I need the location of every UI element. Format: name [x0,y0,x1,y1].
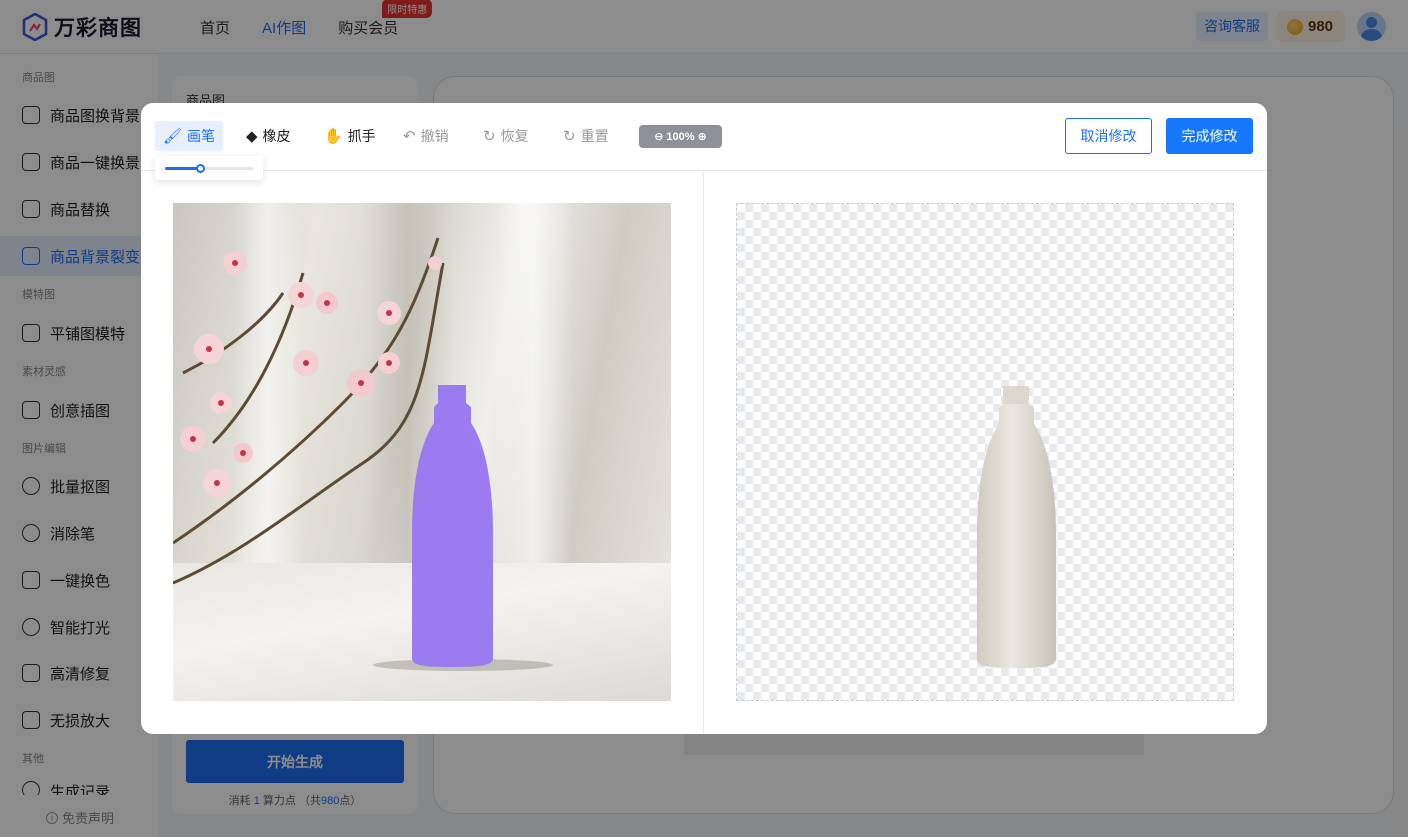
eraser-icon: ◆ [246,128,258,145]
redo-label: 恢复 [500,128,529,144]
brush-size-handle[interactable] [196,164,206,173]
canvas-divider [703,171,704,734]
brush-tool-button[interactable]: 🖌 画笔 [155,121,224,151]
cutout-bottle-shape [977,386,1056,668]
reset-icon: ↻ [563,128,576,145]
photo-illustration [173,237,553,671]
eraser-tool-label: 橡皮 [262,128,291,144]
cutout-preview [736,203,1234,701]
reset-label: 重置 [580,128,609,144]
hand-tool-button[interactable]: ✋ 抓手 [316,121,384,151]
masked-bottle-shape [412,385,493,667]
brush-size-slider[interactable] [165,164,253,173]
brush-icon: 🖌 [163,128,183,145]
undo-icon: ↶ [403,128,416,145]
brush-size-fill [165,167,201,170]
mask-editor-modal: 🖌 画笔 ◆ 橡皮 ✋ 抓手 ↶ 撤销 ↻ 恢复 ↻ 重置 ⊖ 100% ⊕ 取… [141,103,1267,734]
cutout-illustration [977,386,1056,668]
cancel-edit-button[interactable]: 取消修改 [1065,118,1152,154]
editor-toolbar: 🖌 画笔 ◆ 橡皮 ✋ 抓手 ↶ 撤销 ↻ 恢复 ↻ 重置 ⊖ 100% ⊕ 取… [141,103,1267,171]
zoom-out-icon[interactable]: ⊖ [654,130,663,143]
brush-size-popover [155,156,263,180]
redo-icon: ↻ [483,128,496,145]
blossom-shapes [180,251,442,497]
eraser-tool-button[interactable]: ◆ 橡皮 [238,121,299,151]
hand-tool-label: 抓手 [347,128,376,144]
zoom-level: 100% [666,130,695,143]
brush-tool-label: 画笔 [187,128,216,144]
redo-button[interactable]: ↻ 恢复 [475,121,537,151]
undo-button[interactable]: ↶ 撤销 [395,121,457,151]
zoom-control: ⊖ 100% ⊕ [639,125,722,148]
hand-icon: ✋ [324,128,343,145]
mask-canvas[interactable] [173,203,671,701]
reset-button[interactable]: ↻ 重置 [555,121,617,151]
finish-edit-button[interactable]: 完成修改 [1166,118,1253,154]
zoom-in-icon[interactable]: ⊕ [698,130,707,143]
bottle-cap-shape [1003,386,1029,404]
undo-label: 撤销 [420,128,449,144]
